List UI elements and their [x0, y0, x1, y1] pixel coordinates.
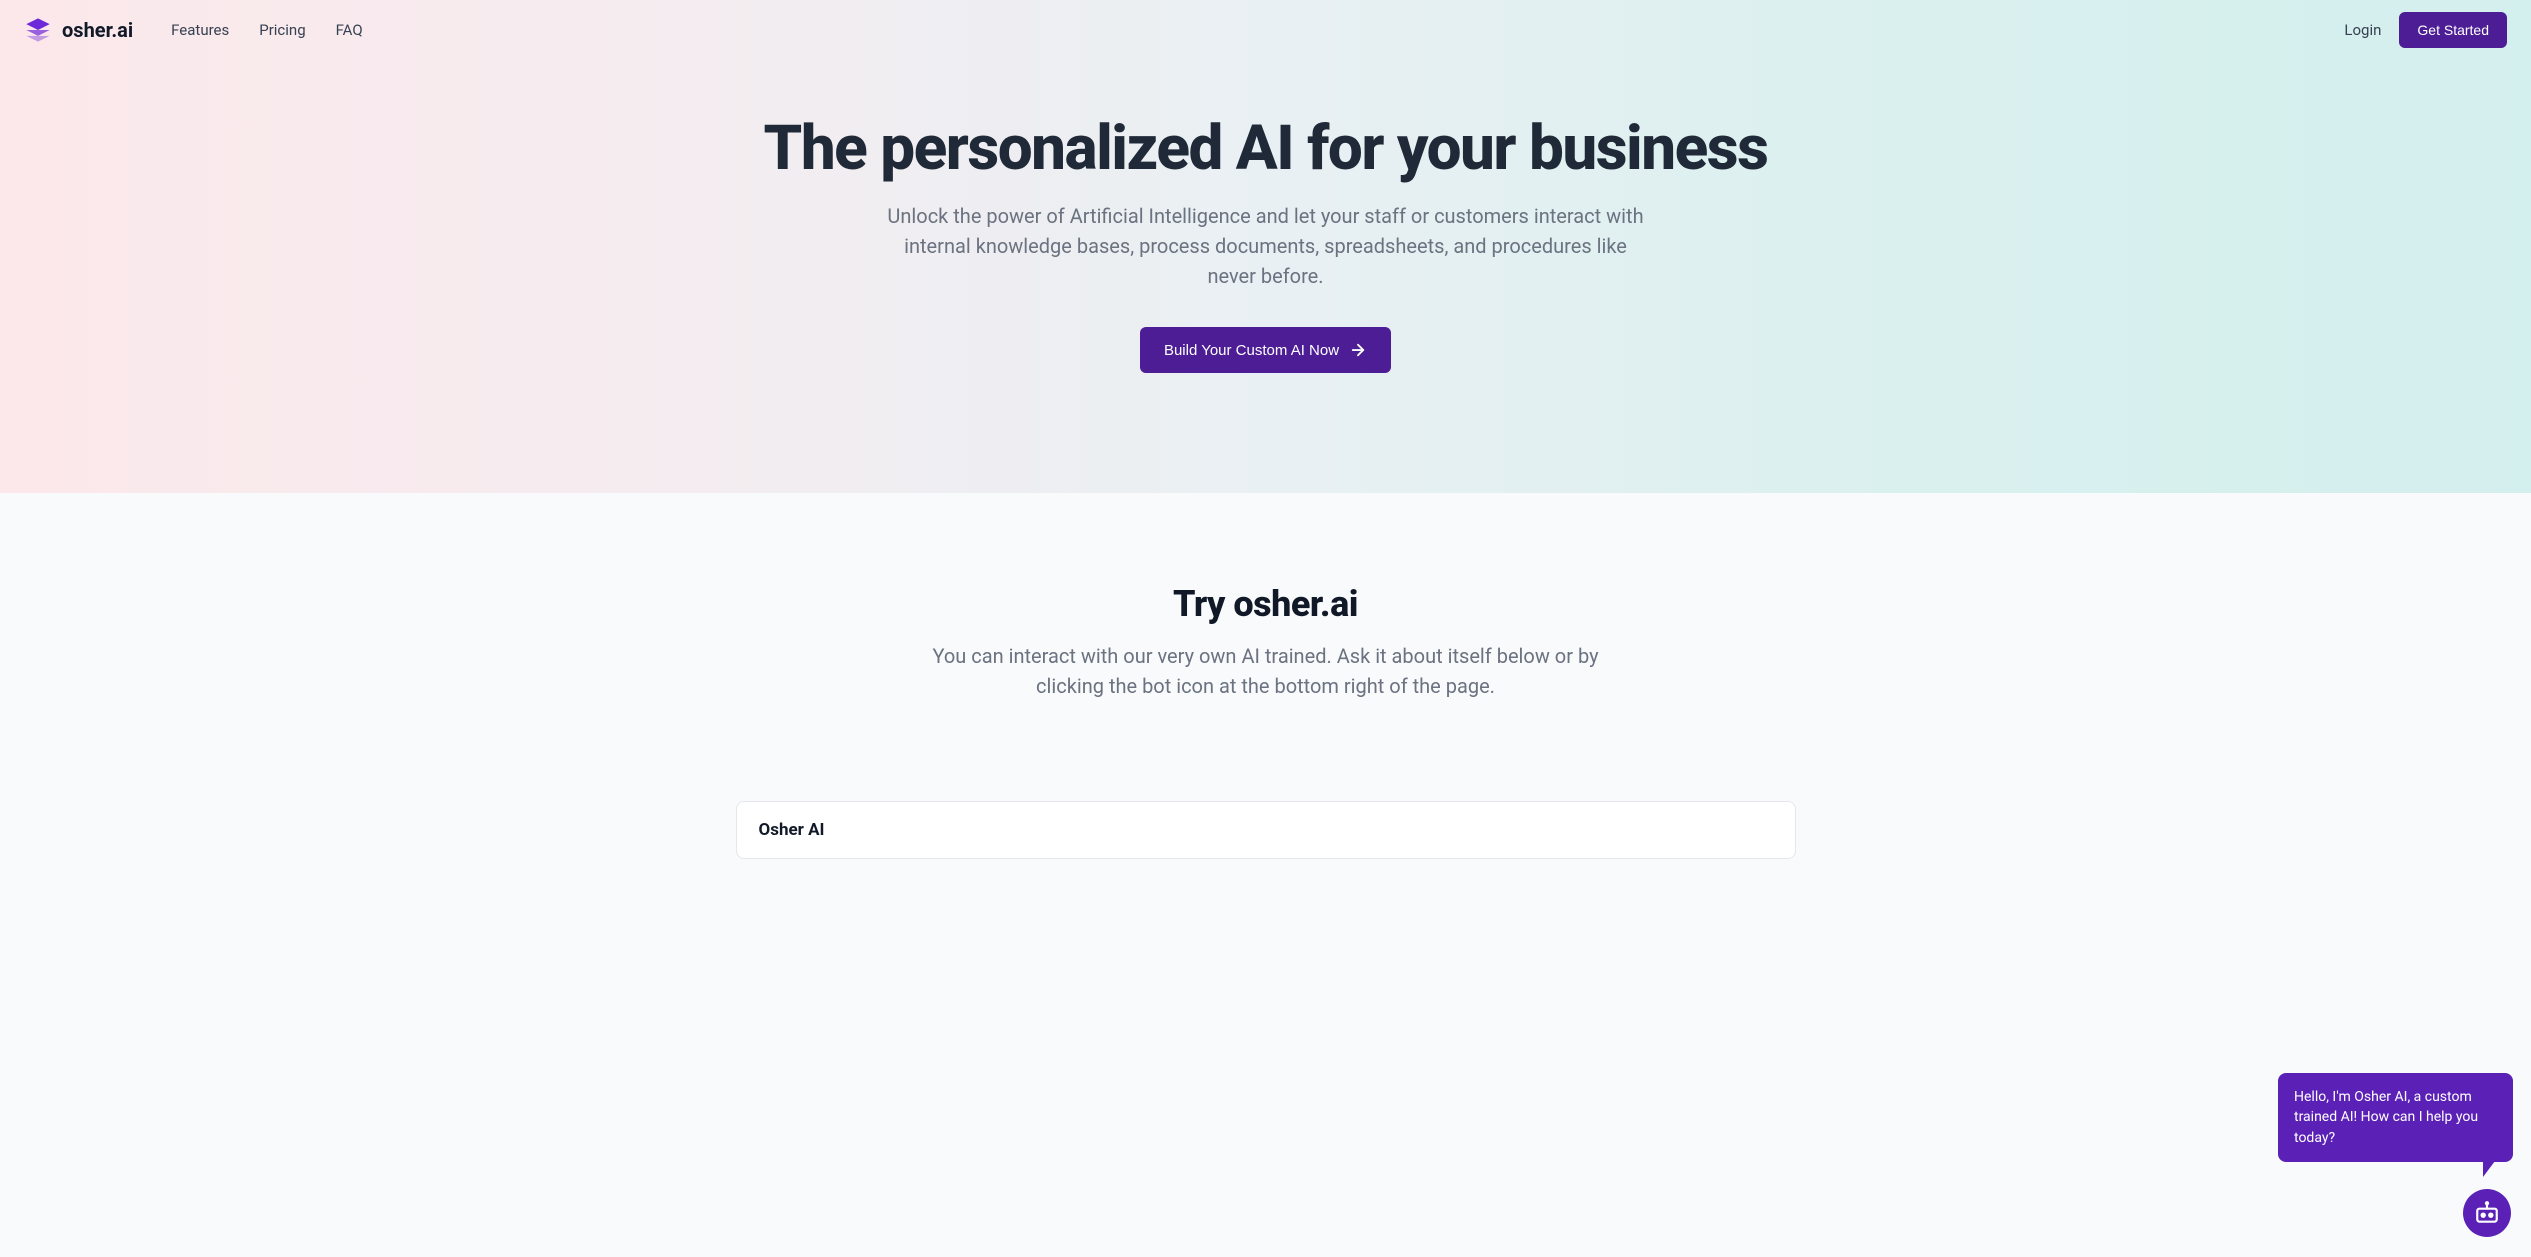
logo[interactable]: osher.ai: [24, 16, 133, 44]
nav-right: Login Get Started: [2344, 12, 2507, 48]
login-link[interactable]: Login: [2344, 21, 2381, 39]
hero-subtitle: Unlock the power of Artificial Intellige…: [886, 201, 1646, 291]
try-title: Try osher.ai: [0, 583, 2531, 625]
chat-card[interactable]: Osher AI: [736, 801, 1796, 859]
hero-content: The personalized AI for your business Un…: [666, 60, 1866, 373]
nav-links: Features Pricing FAQ: [171, 21, 363, 39]
nav-link-faq[interactable]: FAQ: [336, 21, 363, 39]
nav-link-features[interactable]: Features: [171, 21, 229, 39]
navbar: osher.ai Features Pricing FAQ Login Get …: [0, 0, 2531, 60]
logo-text: osher.ai: [62, 18, 133, 42]
nav-link-pricing[interactable]: Pricing: [259, 21, 305, 39]
chat-toggle-button[interactable]: [2463, 1189, 2511, 1237]
hero-title: The personalized AI for your business: [666, 115, 1866, 183]
logo-icon: [24, 16, 52, 44]
get-started-button[interactable]: Get Started: [2399, 12, 2507, 48]
cta-label: Build Your Custom AI Now: [1164, 342, 1339, 359]
bot-icon: [2474, 1200, 2500, 1226]
chat-welcome-bubble: Hello, I'm Osher AI, a custom trained AI…: [2278, 1073, 2513, 1162]
try-section: Try osher.ai You can interact with our v…: [0, 493, 2531, 939]
build-ai-button[interactable]: Build Your Custom AI Now: [1140, 327, 1391, 373]
chat-card-title: Osher AI: [759, 820, 1773, 840]
arrow-right-icon: [1349, 341, 1367, 359]
try-subtitle: You can interact with our very own AI tr…: [926, 641, 1606, 701]
